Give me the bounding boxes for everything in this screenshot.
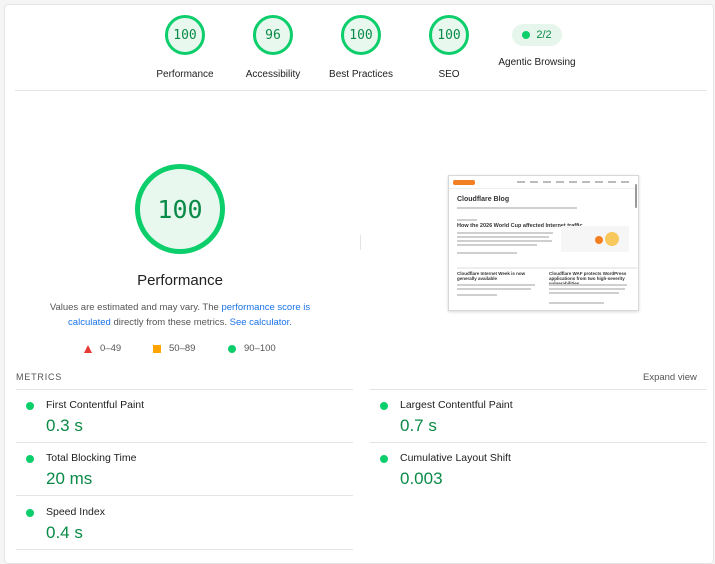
expand-view-toggle[interactable]: Expand view bbox=[643, 372, 697, 383]
thumb-text-line bbox=[549, 302, 604, 304]
category-gauges: 100 Performance 96 Accessibility 100 Bes… bbox=[0, 15, 715, 85]
metrics-divider bbox=[16, 549, 353, 550]
legend-fail: 0–49 bbox=[84, 343, 121, 354]
thumb-separator bbox=[457, 267, 637, 269]
thumb-text-line bbox=[457, 284, 535, 286]
performance-description: Values are estimated and may vary. The p… bbox=[40, 300, 320, 330]
metrics-divider bbox=[16, 442, 353, 443]
metric-name: Total Blocking Time bbox=[46, 452, 137, 464]
thumb-text-line bbox=[457, 207, 577, 209]
metric-value: 20 ms bbox=[46, 469, 93, 488]
gauge-agentic-browsing[interactable]: 2/2 Agentic Browsing bbox=[482, 15, 592, 68]
thumb-art-shape bbox=[595, 236, 603, 244]
thumb-text-line bbox=[457, 244, 537, 246]
thumb-text-line bbox=[457, 288, 531, 290]
legend-label: 0–49 bbox=[100, 343, 122, 354]
thumb-blog-title: Cloudflare Blog bbox=[457, 196, 510, 203]
agentic-score: 2/2 bbox=[536, 29, 552, 41]
thumb-text-line bbox=[457, 240, 552, 242]
thumb-article-image bbox=[561, 226, 629, 252]
metrics-divider bbox=[370, 442, 707, 443]
cloudflare-logo-icon bbox=[453, 180, 475, 185]
gauge-score: 96 bbox=[253, 15, 293, 55]
divider bbox=[15, 90, 707, 91]
pass-dot-icon bbox=[26, 455, 34, 463]
pass-circle-icon bbox=[228, 344, 236, 353]
average-square-icon bbox=[153, 344, 161, 353]
gauge-score: 100 bbox=[341, 15, 381, 55]
vertical-divider bbox=[360, 235, 361, 250]
gauge-score: 100 bbox=[429, 15, 469, 55]
thumb-article-title: Cloudflare Internet Week is now generall… bbox=[457, 271, 526, 281]
metric-value: 0.003 bbox=[400, 469, 443, 488]
thumb-text-line bbox=[457, 232, 553, 234]
metric-value: 0.3 s bbox=[46, 416, 83, 435]
thumb-text-line bbox=[549, 284, 627, 286]
gauge-label: Agentic Browsing bbox=[498, 57, 576, 68]
thumb-scrollbar bbox=[635, 184, 637, 208]
performance-score: 100 bbox=[135, 164, 225, 254]
thumb-art-shape bbox=[605, 232, 619, 246]
legend-average: 50–89 bbox=[153, 343, 195, 354]
performance-gauge: 100 bbox=[135, 164, 225, 254]
performance-title: Performance bbox=[137, 272, 223, 289]
pass-dot-icon bbox=[522, 31, 531, 39]
see-calculator-link[interactable]: See calculator. bbox=[230, 317, 292, 328]
metrics-divider bbox=[16, 389, 353, 390]
gauge-label: SEO bbox=[438, 69, 460, 80]
metrics-header: METRICS bbox=[16, 372, 63, 382]
pass-dot-icon bbox=[26, 402, 34, 410]
thumb-text-line bbox=[457, 236, 549, 238]
thumb-text-line bbox=[549, 288, 625, 290]
thumb-text-line bbox=[457, 252, 517, 254]
desc-text: Values are estimated and may vary. The bbox=[49, 302, 222, 313]
agentic-score-badge: 2/2 bbox=[512, 24, 562, 46]
pass-dot-icon bbox=[26, 509, 34, 517]
metric-value: 0.4 s bbox=[46, 523, 83, 542]
metrics-divider bbox=[16, 495, 353, 496]
desc-text: directly from these metrics. bbox=[110, 317, 230, 328]
pass-dot-icon bbox=[380, 455, 388, 463]
metric-name: Speed Index bbox=[46, 506, 105, 518]
metric-name: Largest Contentful Paint bbox=[400, 399, 513, 411]
gauge-score: 100 bbox=[165, 15, 205, 55]
metrics-divider bbox=[370, 389, 707, 390]
legend-pass: 90–100 bbox=[228, 343, 276, 354]
metric-name: First Contentful Paint bbox=[46, 399, 145, 411]
final-screenshot-thumbnail[interactable]: Cloudflare Blog How the 2026 World Cup a… bbox=[448, 175, 639, 311]
thumb-nav-links bbox=[517, 181, 629, 183]
fail-triangle-icon bbox=[84, 344, 92, 353]
metric-name: Cumulative Layout Shift bbox=[400, 452, 511, 464]
thumb-text-line bbox=[457, 294, 497, 296]
legend-label: 90–100 bbox=[244, 343, 276, 354]
legend-label: 50–89 bbox=[169, 343, 196, 354]
thumb-text-line bbox=[457, 219, 477, 221]
thumb-text-line bbox=[549, 292, 619, 294]
pass-dot-icon bbox=[380, 402, 388, 410]
thumb-navbar bbox=[449, 176, 638, 189]
metric-value: 0.7 s bbox=[400, 416, 437, 435]
